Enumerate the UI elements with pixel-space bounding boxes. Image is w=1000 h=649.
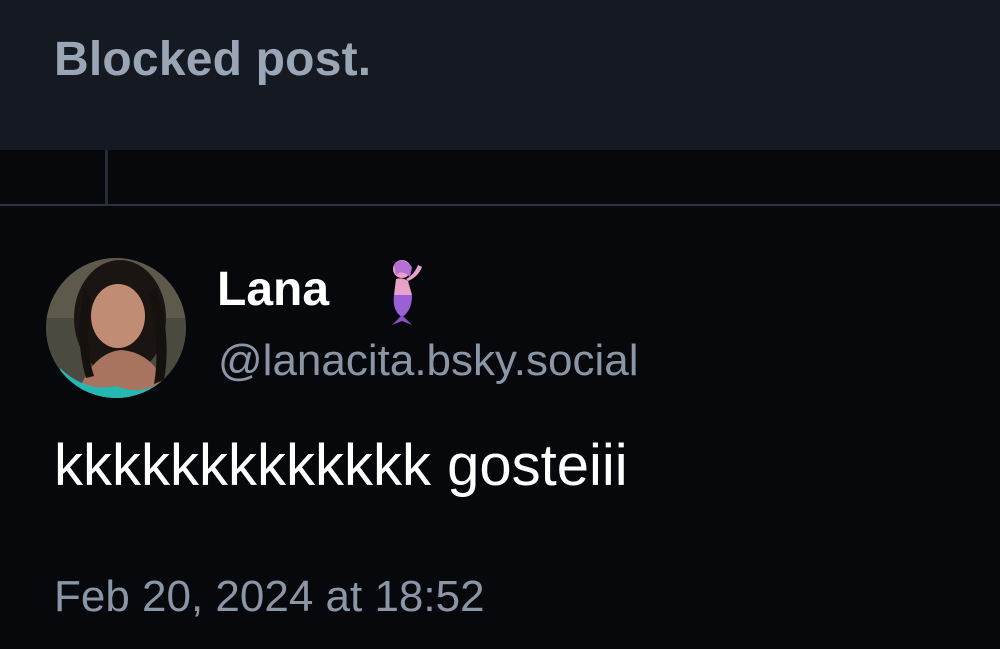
- thread-view: Blocked post. Lana @lanacita.bsky.social…: [0, 0, 1000, 649]
- author-display-name[interactable]: Lana: [217, 262, 329, 317]
- post-timestamp: Feb 20, 2024 at 18:52: [54, 572, 485, 621]
- blocked-post-card[interactable]: Blocked post.: [0, 0, 1000, 150]
- blocked-post-label: Blocked post.: [54, 33, 372, 86]
- thread-connector-line: [105, 150, 108, 206]
- avatar[interactable]: [46, 258, 186, 398]
- avatar-image: [46, 258, 186, 398]
- author-handle[interactable]: @lanacita.bsky.social: [218, 336, 638, 386]
- mermaid-emoji-icon: [372, 255, 428, 332]
- post-divider: [0, 204, 1000, 206]
- post-text: kkkkkkkkkkkkk gosteiii: [54, 433, 628, 498]
